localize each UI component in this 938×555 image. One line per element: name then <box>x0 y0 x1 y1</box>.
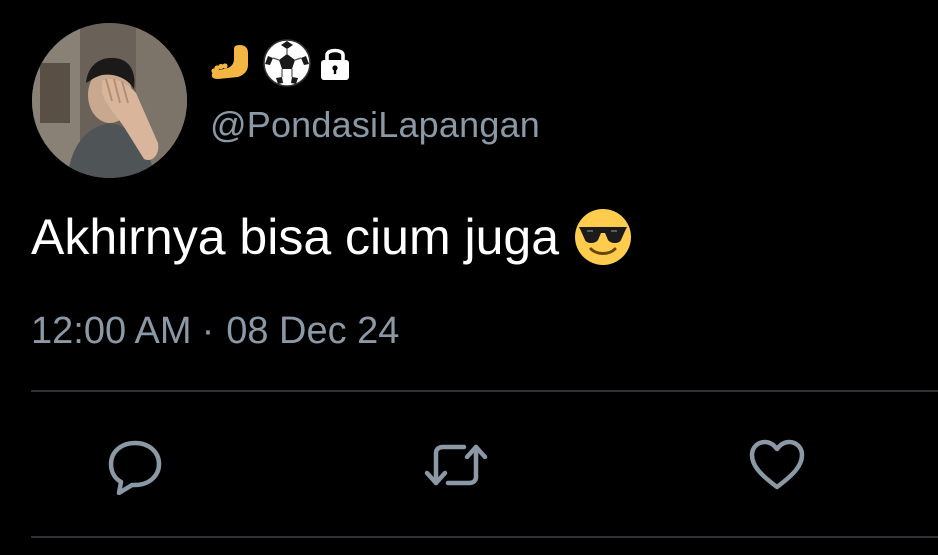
meta-separator: · <box>201 310 215 352</box>
display-name[interactable] <box>210 38 356 88</box>
user-handle[interactable]: @PondasiLapangan <box>210 104 540 146</box>
lock-icon <box>314 43 356 83</box>
like-button[interactable] <box>745 433 809 497</box>
avatar-photo <box>32 23 187 178</box>
soccer-ball-emoji <box>262 38 312 88</box>
tweet-date: 08 Dec 24 <box>226 310 400 352</box>
divider <box>31 536 938 538</box>
tweet-time: 12:00 AM <box>31 310 192 352</box>
avatar[interactable] <box>32 23 187 178</box>
smiling-face-with-sunglasses-emoji <box>573 207 633 267</box>
tweet-card: @PondasiLapangan Akhirnya bisa cium juga… <box>0 0 938 555</box>
reply-button[interactable] <box>103 433 167 497</box>
tweet-text: Akhirnya bisa cium juga <box>31 205 633 269</box>
foot-emoji <box>210 43 260 83</box>
action-bar <box>0 425 938 505</box>
retweet-icon <box>424 444 488 486</box>
tweet-body: Akhirnya bisa cium juga <box>31 209 560 265</box>
divider <box>31 390 938 392</box>
retweet-button[interactable] <box>424 433 488 497</box>
tweet-timestamp[interactable]: 12:00 AM · 08 Dec 24 <box>31 310 399 353</box>
heart-icon <box>749 439 805 490</box>
reply-icon <box>108 440 162 495</box>
